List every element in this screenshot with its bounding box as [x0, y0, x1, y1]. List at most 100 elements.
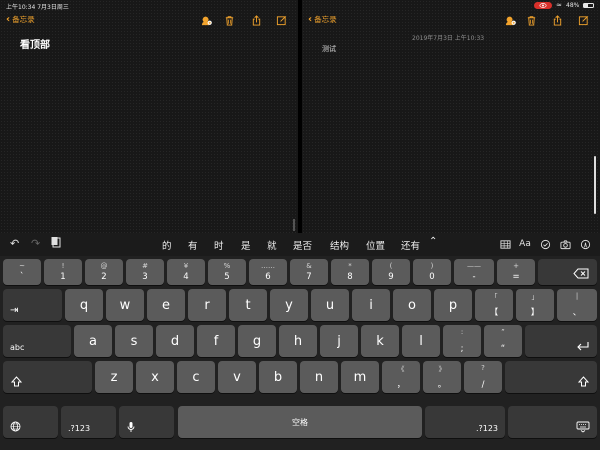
key-backslash[interactable]: |、 — [557, 289, 597, 321]
suggestion-item[interactable]: 就 — [267, 238, 277, 252]
key-v[interactable]: v — [218, 361, 256, 393]
compose-button-right[interactable] — [577, 14, 589, 26]
key-3[interactable]: #3 — [126, 259, 164, 285]
key-8[interactable]: * 8 — [331, 259, 369, 285]
key-equals[interactable]: + = — [497, 259, 535, 285]
numbers-switch-key-right[interactable]: .?123 — [425, 406, 505, 438]
delete-note-button-right[interactable] — [525, 14, 537, 26]
key-bottom-symbol: 【 — [489, 308, 499, 318]
scroll-indicator[interactable] — [594, 156, 596, 214]
key-e[interactable]: e — [147, 289, 185, 321]
add-people-button-left[interactable] — [200, 14, 212, 26]
key-s[interactable]: s — [115, 325, 153, 357]
key-backtick[interactable]: ~ ` — [3, 259, 41, 285]
key-semicolon[interactable]: :; — [443, 325, 481, 357]
back-to-notes-button-right[interactable]: ‹ 备忘录 — [308, 14, 337, 25]
key-0[interactable]: ) 0 — [413, 259, 451, 285]
paste-button[interactable] — [50, 236, 62, 251]
key-q[interactable]: q — [65, 289, 103, 321]
suggestion-item[interactable]: 位置 — [366, 238, 385, 252]
key-p[interactable]: p — [434, 289, 472, 321]
compose-button-left[interactable] — [275, 14, 287, 26]
key-a[interactable]: a — [74, 325, 112, 357]
key-bottom-symbol: - — [472, 272, 476, 282]
key-z[interactable]: z — [95, 361, 133, 393]
return-key[interactable] — [525, 325, 597, 357]
checklist-button[interactable] — [538, 237, 552, 251]
key-n[interactable]: n — [300, 361, 338, 393]
key-6[interactable]: …… 6 — [249, 259, 287, 285]
suggestion-item[interactable]: 还有 — [401, 238, 420, 252]
undo-button[interactable]: ↶ — [10, 237, 19, 250]
key-h[interactable]: h — [279, 325, 317, 357]
key-top-symbol: ? — [481, 364, 485, 372]
key-9[interactable]: (9 — [372, 259, 410, 285]
numbers-switch-key-left[interactable]: .?123 — [61, 406, 116, 438]
suggestion-item[interactable]: 的 — [162, 238, 172, 252]
key-2[interactable]: @2 — [85, 259, 123, 285]
key-w[interactable]: w — [106, 289, 144, 321]
key-j[interactable]: j — [320, 325, 358, 357]
key-m[interactable]: m — [341, 361, 379, 393]
key-i[interactable]: i — [352, 289, 390, 321]
suggestion-item[interactable]: 是否 — [293, 238, 312, 252]
note-body[interactable]: 测试 — [322, 44, 336, 54]
shift-key-right[interactable] — [505, 361, 597, 393]
key-7[interactable]: & 7 — [290, 259, 328, 285]
key-right-bracket[interactable]: 」】 — [516, 289, 554, 321]
key-1[interactable]: ! 1 — [44, 259, 82, 285]
key-slash[interactable]: ? / — [464, 361, 502, 393]
note-title[interactable]: 看顶部 — [20, 36, 50, 51]
globe-key[interactable] — [3, 406, 58, 438]
key-comma[interactable]: 《， — [382, 361, 420, 393]
abc-key[interactable]: abc — [3, 325, 71, 357]
add-people-icon — [201, 16, 212, 25]
key-d[interactable]: d — [156, 325, 194, 357]
key-x[interactable]: x — [136, 361, 174, 393]
camera-button[interactable] — [558, 237, 572, 251]
dismiss-keyboard-key[interactable] — [508, 406, 597, 438]
space-key[interactable]: 空格 — [178, 406, 422, 438]
shift-icon — [578, 376, 589, 387]
key-c[interactable]: c — [177, 361, 215, 393]
markup-button[interactable] — [578, 237, 592, 251]
key-u[interactable]: u — [311, 289, 349, 321]
key-left-bracket[interactable]: 「【 — [475, 289, 513, 321]
dictation-key[interactable] — [119, 406, 174, 438]
delete-note-button-left[interactable] — [223, 14, 235, 26]
expand-suggestions-chevron-up-icon[interactable]: ⌃ — [429, 236, 437, 247]
suggestion-item[interactable]: 是 — [241, 238, 251, 252]
key-l[interactable]: l — [402, 325, 440, 357]
key-letter: a — [89, 333, 97, 349]
delete-key[interactable] — [538, 259, 597, 285]
key-g[interactable]: g — [238, 325, 276, 357]
tab-arrow-icon: ⇥ — [10, 305, 19, 316]
add-people-button-right[interactable] — [504, 14, 516, 26]
key-letter: u — [325, 297, 335, 313]
key-period[interactable]: 》。 — [423, 361, 461, 393]
key-5[interactable]: % 5 — [208, 259, 246, 285]
shift-key-left[interactable] — [3, 361, 92, 393]
suggestion-item[interactable]: 结构 — [330, 238, 349, 252]
key-k[interactable]: k — [361, 325, 399, 357]
key-o[interactable]: o — [393, 289, 431, 321]
key-r[interactable]: r — [188, 289, 226, 321]
table-button[interactable] — [498, 237, 512, 251]
tab-key[interactable]: ⇥ — [3, 289, 62, 321]
back-to-notes-button-left[interactable]: ‹ 备忘录 — [6, 14, 35, 25]
suggestion-item[interactable]: 时 — [214, 238, 224, 252]
key-4[interactable]: ¥4 — [167, 259, 205, 285]
redo-button[interactable]: ↷ — [31, 237, 40, 250]
share-button-right[interactable] — [551, 14, 563, 26]
key-minus[interactable]: —— - — [454, 259, 494, 285]
key-bottom-symbol: 】 — [530, 308, 540, 318]
key-b[interactable]: b — [259, 361, 297, 393]
suggestion-item[interactable]: 有 — [188, 238, 198, 252]
key-f[interactable]: f — [197, 325, 235, 357]
key-top-symbol: ¥ — [183, 262, 189, 270]
share-button-left[interactable] — [250, 14, 262, 26]
text-format-button[interactable]: Aa — [518, 237, 532, 251]
key-quote[interactable]: ” “ — [484, 325, 522, 357]
key-y[interactable]: y — [270, 289, 308, 321]
key-t[interactable]: t — [229, 289, 267, 321]
